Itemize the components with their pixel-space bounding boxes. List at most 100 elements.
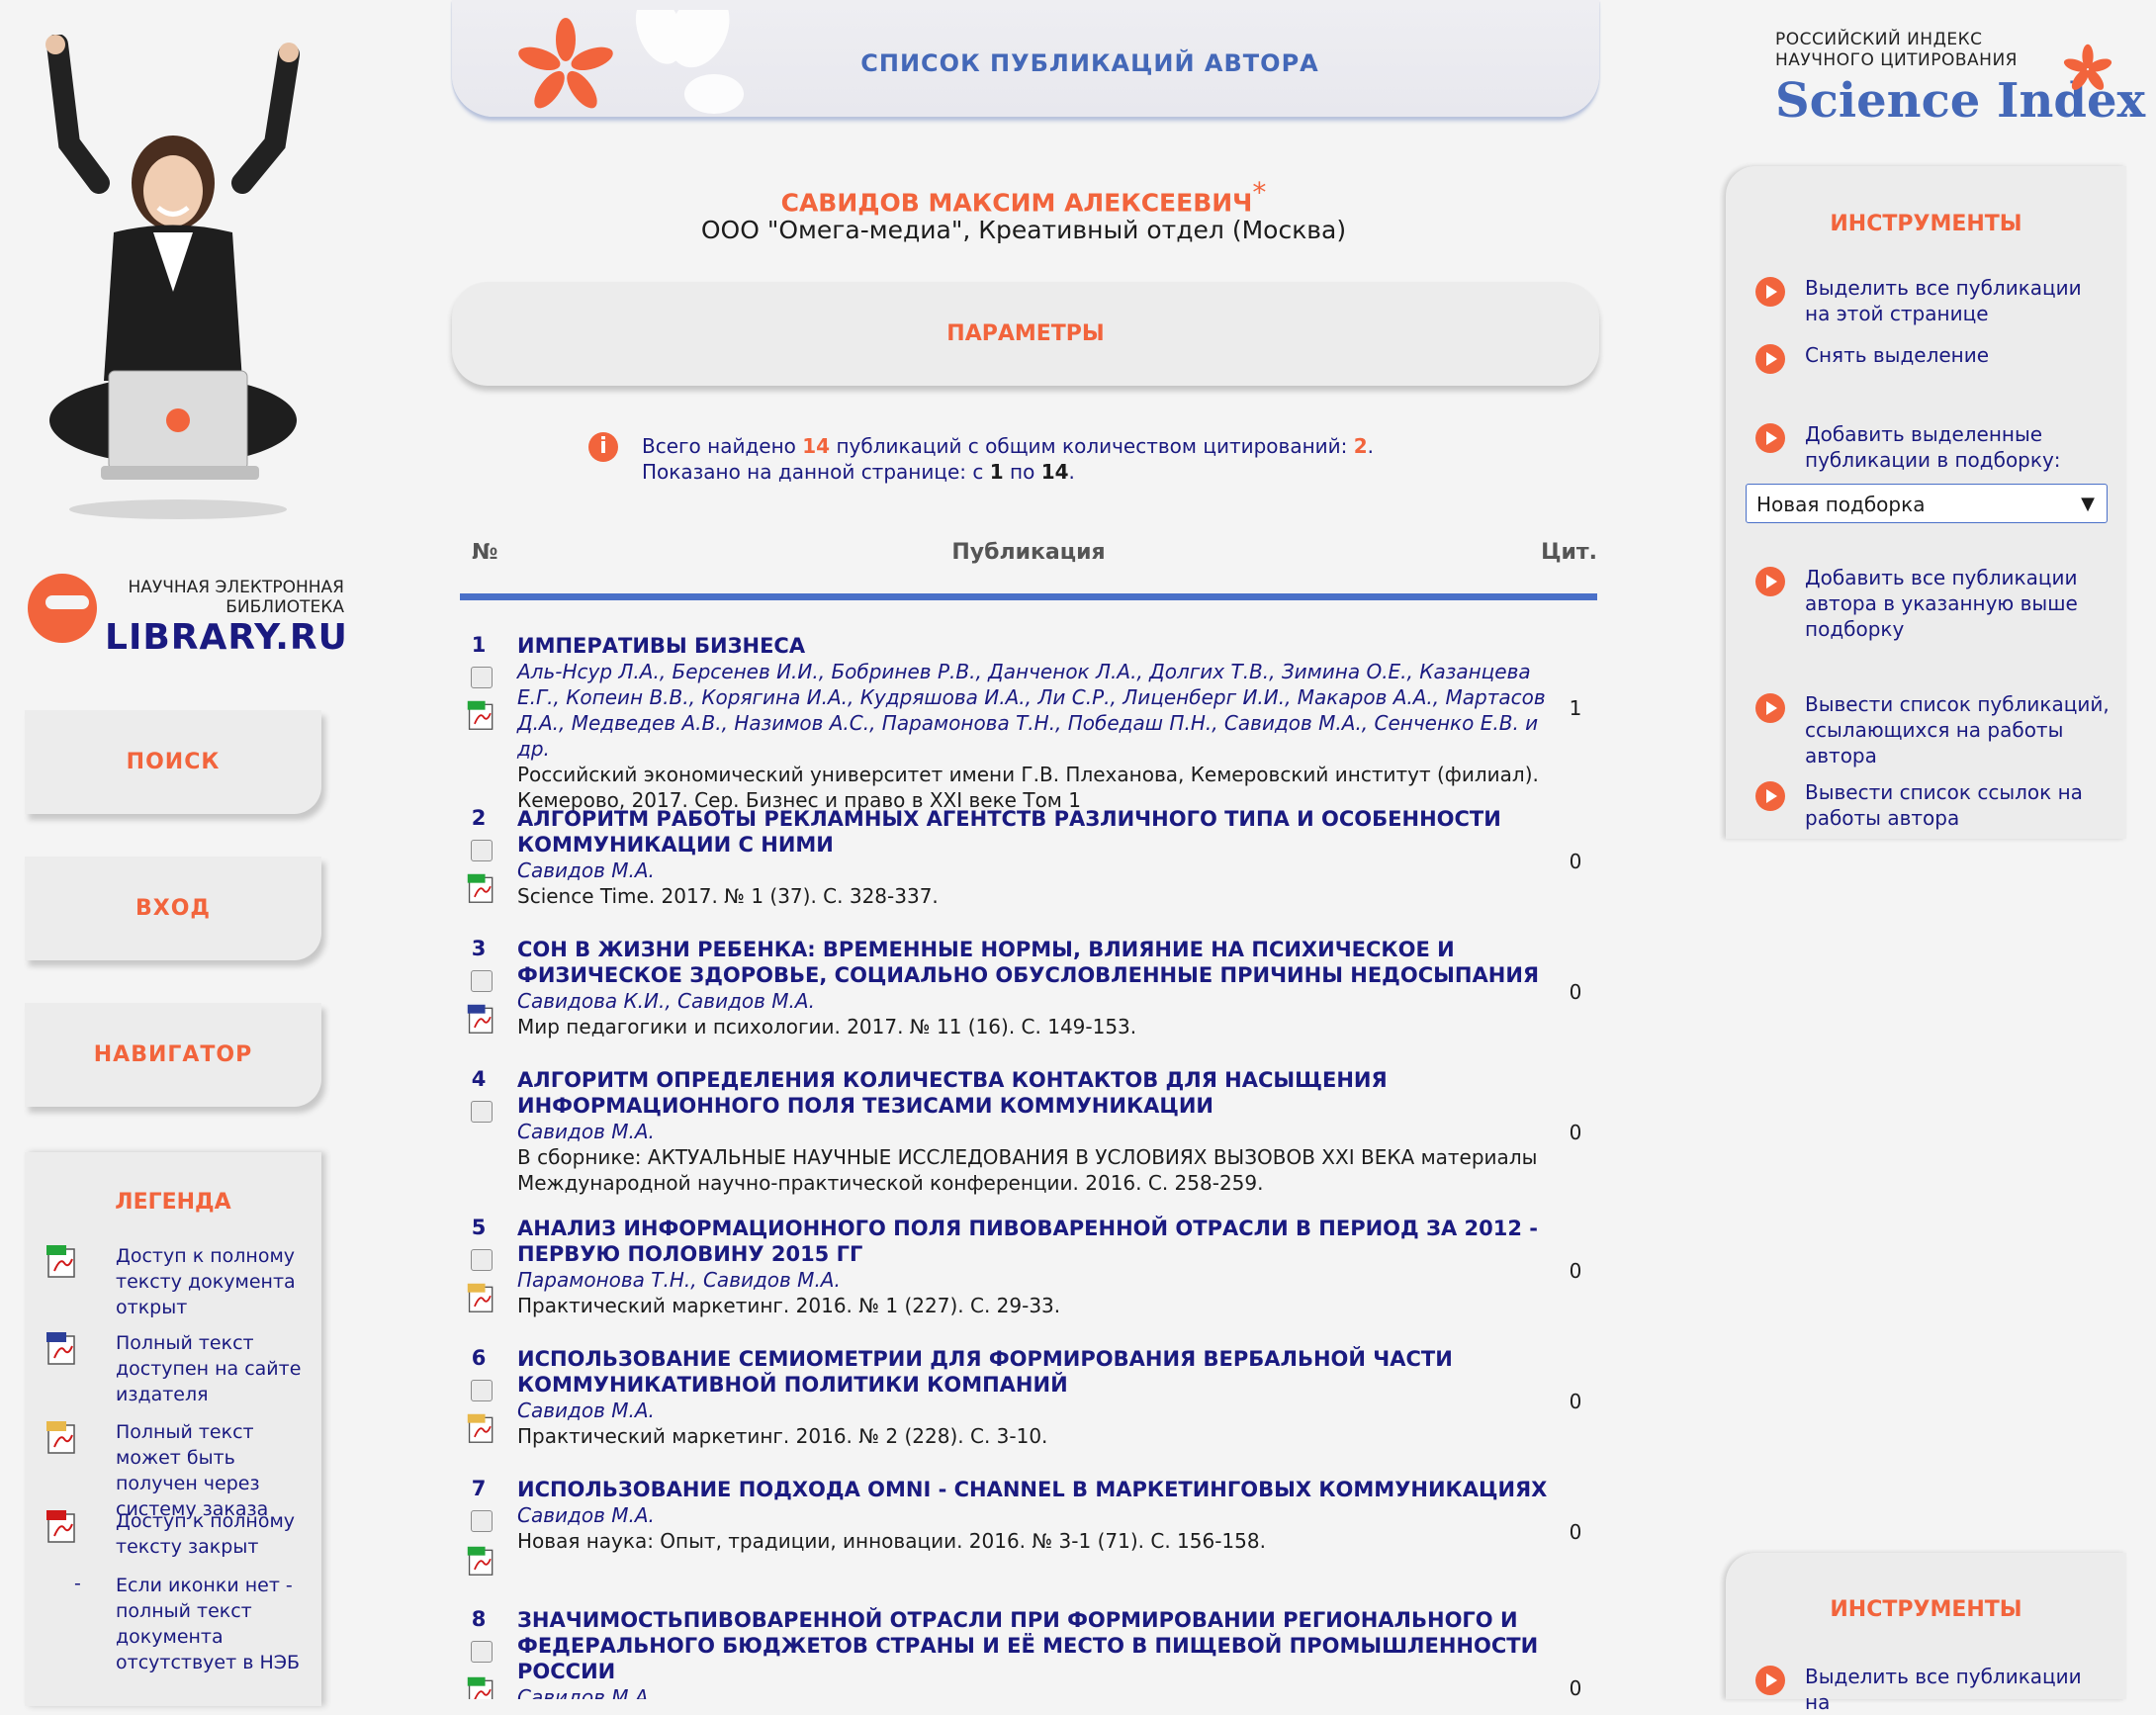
publication-authors: Савидов М.А.: [517, 1685, 655, 1699]
row-checkbox[interactable]: [471, 1249, 493, 1271]
table-row: 7 ИСПОЛЬЗОВАНИЕ ПОДХОДА OMNI - CHANNEL В…: [450, 1477, 1607, 1585]
citation-count[interactable]: 0: [1556, 850, 1595, 873]
publication-title[interactable]: ЗНАЧИМОСТЬПИВОВАРЕННОЙ ОТРАСЛИ ПРИ ФОРМИ…: [517, 1607, 1566, 1684]
publication-source: Science Time. 2017. № 1 (37). С. 328-337…: [517, 884, 939, 908]
table-row: 2 АЛГОРИТМ РАБОТЫ РЕКЛАМНЫХ АГЕНТСТВ РАЗ…: [450, 806, 1607, 915]
publication-title[interactable]: СОН В ЖИЗНИ РЕБЕНКА: ВРЕМЕННЫЕ НОРМЫ, ВЛ…: [517, 937, 1566, 988]
publication-info: АЛГОРИТМ РАБОТЫ РЕКЛАМНЫХ АГЕНТСТВ РАЗЛИ…: [517, 806, 1566, 909]
tools-panel-bottom: ИНСТРУМЕНТЫ Выделить все публикации на: [1726, 1553, 2126, 1714]
table-row: 5 АНАЛИЗ ИНФОРМАЦИОННОГО ПОЛЯ ПИВОВАРЕНН…: [450, 1216, 1607, 1324]
row-checkbox[interactable]: [471, 1641, 493, 1663]
publication-info: ИСПОЛЬЗОВАНИЕ СЕМИОМЕТРИИ ДЛЯ ФОРМИРОВАН…: [517, 1346, 1566, 1449]
pdf-yellow-icon: [46, 1421, 75, 1454]
legend-text: Если иконки нет - полный текст документа…: [116, 1575, 301, 1673]
dropdown-arrow-icon: ▼: [2081, 494, 2095, 514]
right-column: РОССИЙСКИЙ ИНДЕКС НАУЧНОГО ЦИТИРОВАНИЯ S…: [1726, 0, 2156, 1714]
publication-authors: Савидов М.А.: [517, 1503, 655, 1527]
tools-title: ИНСТРУМЕНТЫ: [1830, 1597, 2022, 1622]
publication-authors: Савидов М.А.: [517, 1120, 655, 1143]
elibrary-caption: НАУЧНАЯ ЭЛЕКТРОННАЯ БИБЛИОТЕКА: [128, 578, 344, 617]
play-icon: [1755, 567, 1785, 596]
play-icon: [1755, 344, 1785, 374]
column-header-publication: Публикация: [951, 540, 1106, 565]
publication-info: ИСПОЛЬЗОВАНИЕ ПОДХОДА OMNI - CHANNEL В М…: [517, 1477, 1566, 1554]
publication-title[interactable]: ИМПЕРАТИВЫ БИЗНЕСА: [517, 633, 1566, 659]
citation-count[interactable]: 0: [1556, 1390, 1595, 1413]
play-icon: [1755, 423, 1785, 453]
play-icon: [1755, 1666, 1785, 1695]
pdf-yellow-icon[interactable]: [466, 1411, 497, 1445]
parameters-button[interactable]: ПАРАМЕТРЫ: [452, 282, 1599, 386]
legend-panel: ЛЕГЕНДА Доступ к полному тексту документ…: [25, 1152, 321, 1706]
publication-title[interactable]: ИСПОЛЬЗОВАНИЕ ПОДХОДА OMNI - CHANNEL В М…: [517, 1477, 1566, 1502]
citation-count[interactable]: 0: [1556, 1259, 1595, 1283]
citation-count[interactable]: 0: [1556, 980, 1595, 1004]
publication-title[interactable]: АЛГОРИТМ РАБОТЫ РЕКЛАМНЫХ АГЕНТСТВ РАЗЛИ…: [517, 806, 1566, 858]
row-checkbox[interactable]: [471, 1510, 493, 1532]
column-header-citations: Цит.: [1541, 540, 1597, 565]
collection-select[interactable]: Новая подборка ▼: [1746, 484, 2108, 523]
publication-source: Новая наука: Опыт, традиции, инновации. …: [517, 1529, 1266, 1553]
elibrary-logo[interactable]: НАУЧНАЯ ЭЛЕКТРОННАЯ БИБЛИОТЕКА LIBRARY.R…: [28, 574, 347, 663]
table-row: 8 ЗНАЧИМОСТЬПИВОВАРЕННОЙ ОТРАСЛИ ПРИ ФОР…: [450, 1607, 1607, 1699]
pdf-green-icon[interactable]: [466, 698, 497, 732]
publication-source: В сборнике: АКТУАЛЬНЫЕ НАУЧНЫЕ ИССЛЕДОВА…: [517, 1145, 1538, 1195]
row-number: 8: [471, 1607, 487, 1631]
citation-count[interactable]: 1: [1556, 696, 1595, 720]
navigator-button[interactable]: НАВИГАТОР: [25, 1003, 321, 1107]
row-checkbox[interactable]: [471, 970, 493, 992]
pdf-yellow-icon[interactable]: [466, 1281, 497, 1314]
science-index-logo[interactable]: РОССИЙСКИЙ ИНДЕКС НАУЧНОГО ЦИТИРОВАНИЯ S…: [1775, 30, 2151, 138]
pdf-green-icon[interactable]: [466, 1544, 497, 1578]
main-content: СПИСОК ПУБЛИКАЦИЙ АВТОРА САВИДОВ МАКСИМ …: [450, 0, 1607, 1699]
tools-panel: ИНСТРУМЕНТЫ Выделить все публикации на э…: [1726, 166, 2126, 839]
play-icon: [1755, 693, 1785, 723]
row-checkbox[interactable]: [471, 840, 493, 861]
publication-title[interactable]: ИСПОЛЬЗОВАНИЕ СЕМИОМЕТРИИ ДЛЯ ФОРМИРОВАН…: [517, 1346, 1566, 1398]
row-checkbox[interactable]: [471, 1380, 493, 1401]
elibrary-e-mark: [28, 574, 97, 643]
author-name[interactable]: САВИДОВ МАКСИМ АЛЕКСЕЕВИЧ*: [450, 176, 1597, 217]
publication-authors: Аль-Нсур Л.А., Берсенев И.И., Бобринев Р…: [517, 660, 1546, 761]
legend-text: Полный текст может быть получен через си…: [116, 1421, 269, 1520]
publication-source: Мир педагогики и психологии. 2017. № 11 …: [517, 1015, 1137, 1038]
table-row: 6 ИСПОЛЬЗОВАНИЕ СЕМИОМЕТРИИ ДЛЯ ФОРМИРОВ…: [450, 1346, 1607, 1455]
row-number: 3: [471, 937, 487, 960]
publication-info: АЛГОРИТМ ОПРЕДЕЛЕНИЯ КОЛИЧЕСТВА КОНТАКТО…: [517, 1067, 1566, 1196]
table-row: 3 СОН В ЖИЗНИ РЕБЕНКА: ВРЕМЕННЫЕ НОРМЫ, …: [450, 937, 1607, 1045]
legend-text: Доступ к полному тексту закрыт: [116, 1510, 296, 1558]
publication-authors: Савидов М.А.: [517, 858, 655, 882]
citation-count[interactable]: 0: [1556, 1121, 1595, 1144]
publication-source: Практический маркетинг. 2016. № 2 (228).…: [517, 1424, 1048, 1448]
row-number: 7: [471, 1477, 487, 1500]
row-number: 6: [471, 1346, 487, 1370]
hero-woman-laptop-illustration: [45, 35, 300, 519]
page-title-tab: СПИСОК ПУБЛИКАЦИЙ АВТОРА: [452, 0, 1599, 117]
publication-authors: Парамонова Т.Н., Савидов М.А.: [517, 1268, 841, 1292]
row-checkbox[interactable]: [471, 1101, 493, 1123]
row-number: 5: [471, 1216, 487, 1239]
pdf-green-icon[interactable]: [466, 1674, 497, 1699]
legend-text: Полный текст доступен на сайте издателя: [116, 1332, 302, 1405]
citation-count[interactable]: 0: [1556, 1520, 1595, 1544]
publication-title[interactable]: АЛГОРИТМ ОПРЕДЕЛЕНИЯ КОЛИЧЕСТВА КОНТАКТО…: [517, 1067, 1566, 1119]
pdf-blue-icon[interactable]: [466, 1002, 497, 1036]
row-checkbox[interactable]: [471, 667, 493, 688]
table-row: 1 ИМПЕРАТИВЫ БИЗНЕСА Аль-Нсур Л.А., Берс…: [450, 633, 1607, 812]
left-column: НАУЧНАЯ ЭЛЕКТРОННАЯ БИБЛИОТЕКА LIBRARY.R…: [0, 0, 347, 1706]
search-button[interactable]: ПОИСК: [25, 710, 321, 814]
row-number: 4: [471, 1067, 487, 1091]
citation-count[interactable]: 0: [1556, 1676, 1595, 1699]
publication-title[interactable]: АНАЛИЗ ИНФОРМАЦИОННОГО ПОЛЯ ПИВОВАРЕННОЙ…: [517, 1216, 1566, 1267]
pdf-green-icon[interactable]: [466, 871, 497, 905]
asterisk-icon: [2063, 44, 2112, 90]
elibrary-name: LIBRARY.RU: [105, 617, 348, 658]
login-button[interactable]: ВХОД: [25, 857, 321, 960]
publication-info: ЗНАЧИМОСТЬПИВОВАРЕННОЙ ОТРАСЛИ ПРИ ФОРМИ…: [517, 1607, 1566, 1699]
table-row: 4 АЛГОРИТМ ОПРЕДЕЛЕНИЯ КОЛИЧЕСТВА КОНТАК…: [450, 1067, 1607, 1196]
tools-title: ИНСТРУМЕНТЫ: [1830, 212, 2022, 236]
play-icon: [1755, 277, 1785, 307]
play-icon: [1755, 781, 1785, 811]
author-star-icon: *: [1252, 176, 1267, 209]
total-count: 14: [802, 434, 831, 458]
